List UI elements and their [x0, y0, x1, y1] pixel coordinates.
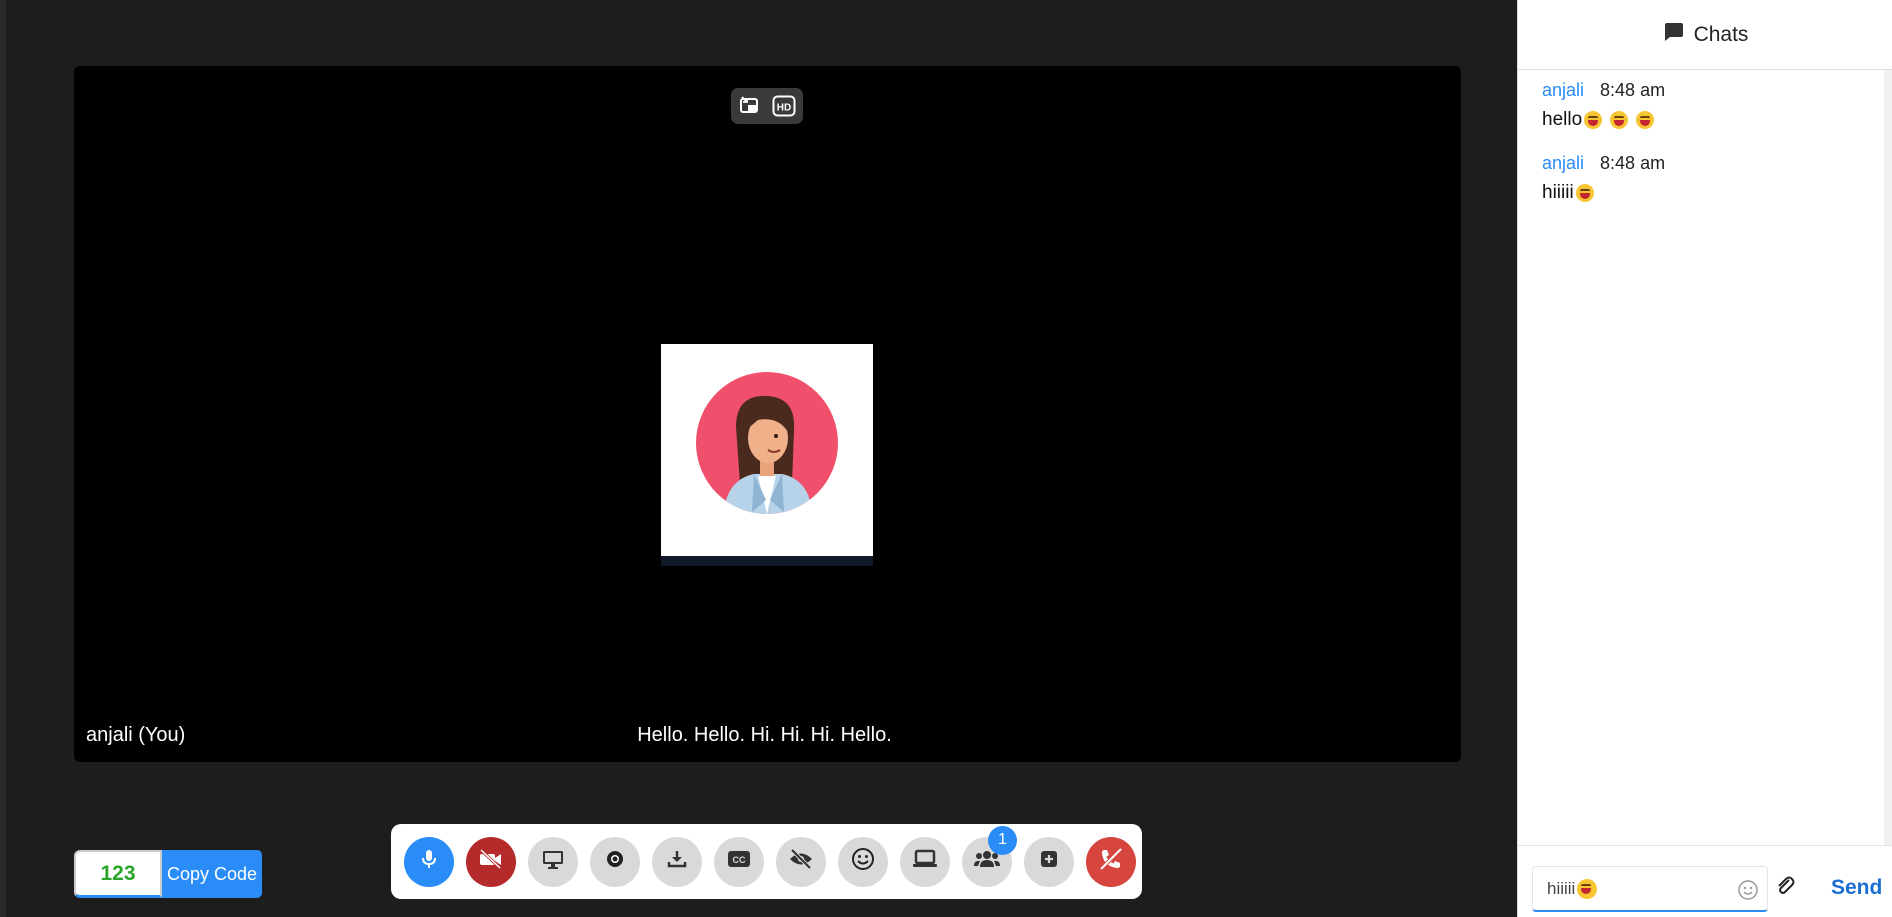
send-button[interactable]: Send — [1831, 876, 1882, 900]
grinning-emoji-icon — [1610, 111, 1629, 129]
meeting-code: 123 Copy Code — [74, 850, 262, 898]
chat-footer: hiiiii Send — [1518, 845, 1892, 917]
download-button[interactable] — [652, 836, 702, 887]
leave-call-button[interactable] — [1086, 836, 1136, 887]
message-time: 8:48 am — [1600, 153, 1666, 173]
monitor-icon — [541, 848, 565, 875]
hide-self-view-button[interactable] — [776, 836, 826, 887]
whiteboard-button[interactable] — [900, 836, 950, 887]
call-stage: HD anjali (You) Hello. Hello. Hi. Hi. Hi… — [0, 0, 1517, 917]
more-button[interactable] — [1024, 836, 1074, 887]
svg-text:CC: CC — [733, 855, 746, 865]
chat-message: anjali 8:48 am hello — [1542, 80, 1868, 131]
message-text: hiiiii — [1542, 182, 1868, 204]
reactions-button[interactable] — [838, 836, 888, 887]
smile-icon — [851, 847, 875, 876]
chat-input-text: hiiiii — [1547, 878, 1576, 898]
laptop-icon — [912, 849, 938, 874]
record-button[interactable] — [590, 836, 640, 887]
message-text: hello — [1542, 109, 1868, 131]
call-toolbar: CC 1 — [391, 824, 1142, 899]
video-panel: HD anjali (You) Hello. Hello. Hi. Hi. Hi… — [74, 66, 1461, 762]
copy-code-button[interactable]: Copy Code — [162, 850, 262, 898]
message-author[interactable]: anjali — [1542, 153, 1584, 174]
chat-header: Chats — [1518, 0, 1892, 70]
message-body: hello — [1542, 109, 1583, 130]
message-time: 8:48 am — [1600, 80, 1666, 100]
participants-button[interactable]: 1 — [962, 825, 1017, 887]
emoji-picker-icon[interactable] — [1737, 879, 1759, 906]
eye-slash-icon — [788, 848, 814, 875]
chat-title: Chats — [1693, 22, 1749, 46]
chat-messages: anjali 8:48 am hello anjali 8:48 am hiii… — [1518, 70, 1892, 236]
chat-scrollbar[interactable] — [1884, 70, 1892, 845]
grinning-emoji-icon — [1636, 111, 1655, 129]
video-off-icon — [478, 848, 504, 875]
participants-count-badge: 1 — [988, 825, 1017, 855]
laughing-emoji-icon — [1577, 878, 1598, 899]
chat-panel: Chats anjali 8:48 am hello anjali 8:48 a… — [1517, 0, 1892, 917]
message-body: hiiiii — [1542, 182, 1574, 203]
avatar — [696, 372, 838, 514]
chat-message: anjali 8:48 am hiiiii — [1542, 153, 1868, 204]
avatar-strip — [661, 556, 873, 566]
phone-off-icon — [1098, 846, 1124, 877]
caption-text: Hello. Hello. Hi. Hi. Hi. Hello. — [637, 724, 892, 746]
grinning-emoji-icon — [1584, 111, 1603, 129]
plus-square-icon — [1040, 850, 1058, 873]
screen-share-button[interactable] — [528, 836, 578, 887]
download-icon — [666, 848, 688, 875]
paperclip-icon[interactable] — [1774, 874, 1796, 903]
grinning-emoji-icon — [1575, 184, 1594, 202]
microphone-button[interactable] — [404, 836, 454, 887]
video-tools: HD — [731, 88, 803, 124]
hd-icon[interactable]: HD — [772, 95, 796, 117]
message-meta: anjali 8:48 am — [1542, 80, 1868, 101]
live-caption: Hello. Hello. Hi. Hi. Hi. Hello. — [74, 724, 1461, 747]
camera-button[interactable] — [466, 836, 516, 887]
pip-icon[interactable] — [738, 95, 760, 117]
meeting-code-value: 123 — [74, 850, 162, 898]
participant-avatar-tile — [661, 344, 873, 566]
cc-icon: CC — [727, 849, 751, 874]
svg-text:HD: HD — [777, 103, 791, 114]
chat-bubble-icon — [1662, 21, 1684, 49]
message-author[interactable]: anjali — [1542, 80, 1584, 101]
record-icon — [605, 849, 625, 874]
microphone-icon — [419, 848, 439, 875]
captions-button[interactable]: CC — [714, 836, 764, 887]
chat-input[interactable]: hiiiii — [1532, 866, 1768, 912]
message-meta: anjali 8:48 am — [1542, 153, 1868, 174]
